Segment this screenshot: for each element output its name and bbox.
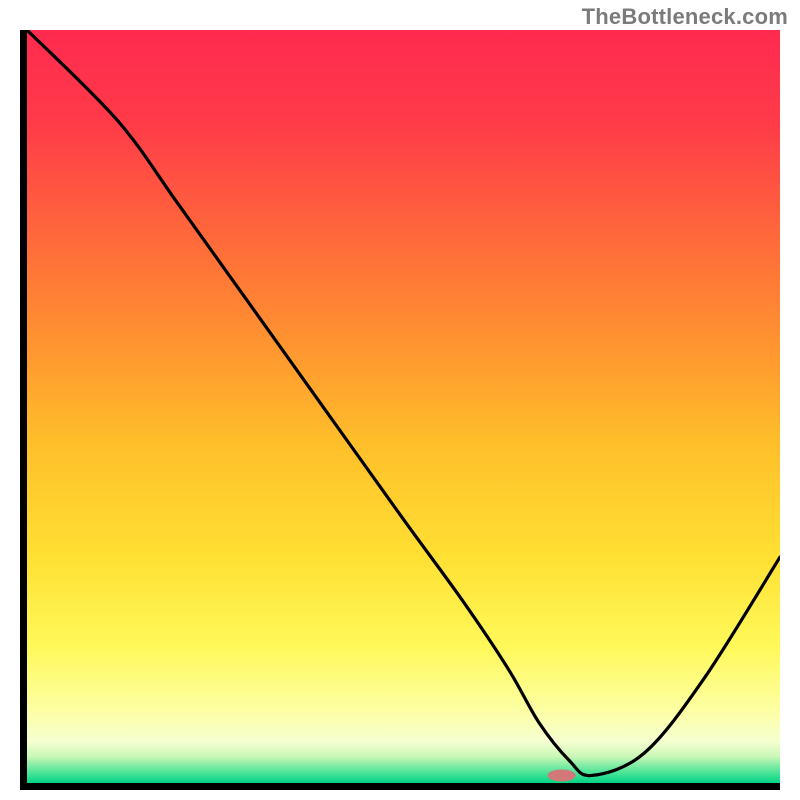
bottleneck-marker (548, 769, 576, 781)
gradient-background (27, 30, 780, 783)
chart-svg (27, 30, 780, 783)
watermark-text: TheBottleneck.com (582, 4, 788, 30)
chart-plot-area (27, 30, 780, 783)
